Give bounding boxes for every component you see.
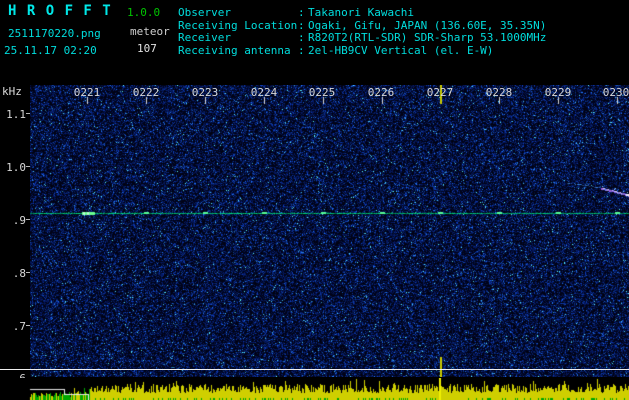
time-tick-label: 0227 <box>426 86 454 99</box>
time-tick-label: 0229 <box>544 86 572 99</box>
time-tick-label: 0221 <box>73 86 101 99</box>
time-tick-label: 0222 <box>132 86 160 99</box>
time-tick-label: 0224 <box>250 86 278 99</box>
echo-count: 107 <box>137 42 157 55</box>
info-label: Receiving antenna <box>178 44 291 58</box>
spectrogram-canvas <box>30 85 629 377</box>
hrofft-window: H R O F F T 1.0.0 2511170220.png meteor … <box>0 0 629 400</box>
time-tick-label: 0225 <box>308 86 336 99</box>
info-value: Takanori Kawachi <box>308 6 414 19</box>
capture-datetime: 25.11.17 02:20 <box>4 44 97 57</box>
info-row-observer: Observer: Takanori Kawachi <box>178 6 546 20</box>
freq-tick-label: .8 <box>12 267 26 280</box>
info-colon: : <box>298 44 305 58</box>
info-row-antenna: Receiving antenna:2el-HB9CV Vertical (el… <box>178 44 546 58</box>
time-tick-label: 0223 <box>191 86 219 99</box>
freq-tick-label: 1.0 <box>6 161 26 174</box>
freq-tick-label: .9 <box>12 214 26 227</box>
freq-tick-mark <box>26 113 30 114</box>
level-bars-canvas <box>0 378 629 400</box>
time-tick-label: 0226 <box>367 86 395 99</box>
time-tick-label: 0228 <box>485 86 513 99</box>
freq-tick-mark <box>26 166 30 167</box>
output-filename: 2511170220.png <box>8 27 101 40</box>
app-title: H R O F F T <box>8 3 112 19</box>
freq-unit-label: kHz <box>2 85 22 98</box>
time-tick-label: 0230 <box>602 86 629 99</box>
station-info: Observer: Takanori Kawachi Receiving Loca… <box>178 6 546 58</box>
app-version: 1.0.0 <box>127 6 161 19</box>
baseline-divider <box>0 369 629 370</box>
mode-label: meteor <box>130 25 170 38</box>
info-colon: : <box>298 6 305 19</box>
freq-tick-label: .7 <box>12 320 26 333</box>
freq-tick-mark <box>26 325 30 326</box>
freq-tick-label: 1.1 <box>6 108 26 121</box>
freq-tick-mark <box>26 272 30 273</box>
freq-tick-mark <box>26 219 30 220</box>
info-value: 2el-HB9CV Vertical (el. E-W) <box>308 44 494 58</box>
info-label: Observer <box>178 6 231 19</box>
